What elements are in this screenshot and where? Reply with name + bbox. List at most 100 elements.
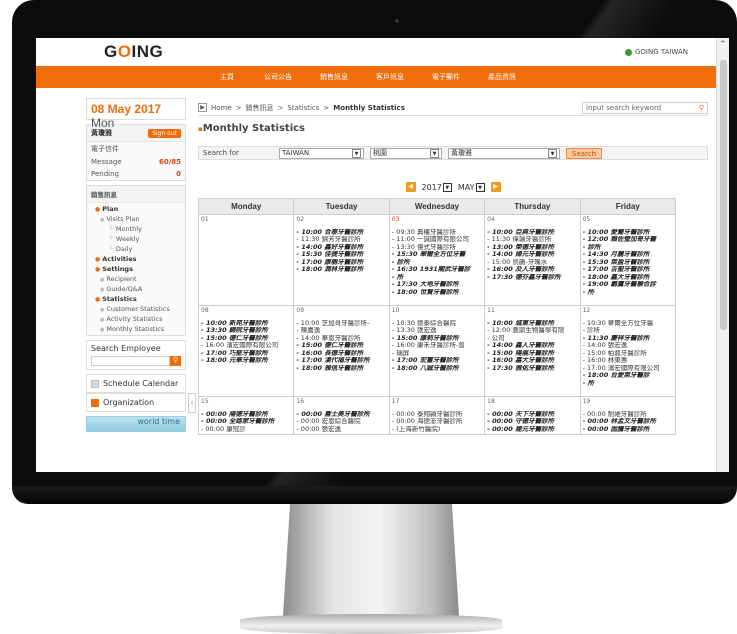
calendar-event[interactable]: - 15:30 萊盈牙醫診所 (583, 259, 673, 267)
calendar-event[interactable]: - 00:00 康冠診 (201, 426, 291, 434)
calendar-event[interactable]: - 14:00 華恩牙醫診所 (296, 335, 386, 343)
calendar-event[interactable]: - 12:00 賴佐瑩加哥牙醫 (583, 236, 673, 244)
calendar-event[interactable]: - 10:00 合泰牙醫診所 (296, 229, 386, 237)
calendar-day-cell[interactable]: 10 - 10:30 德泰綜合醫院 - 13:30 張宏逸 - 15:00 康莉牙醫診… (388, 305, 486, 397)
calendar-event[interactable]: - 17:00 吉聖牙醫診所 (583, 266, 673, 274)
calendar-event[interactable]: - 16:00 康禾牙醫診所-曾 (392, 342, 482, 350)
calendar-event[interactable]: - 15:30 華爾全方位牙醫 (392, 251, 482, 259)
menu-item[interactable]: Monthly (91, 224, 181, 234)
calendar-event[interactable]: - 00:00 建元牙醫診所 (487, 426, 577, 434)
calendar-day-cell[interactable]: 12 - 10:30 華爾全方位牙醫 - 診所 - 11:30 慶祥牙醫診所 - 14:… (579, 305, 677, 397)
calendar-event[interactable]: - 10:30 德泰綜合醫院 (392, 320, 482, 328)
year-dropdown[interactable]: ▼ (442, 182, 452, 192)
calendar-event[interactable]: - 18:00 八誠牙醫診所 (392, 365, 482, 373)
scroll-thumb[interactable] (720, 60, 727, 330)
calendar-event[interactable]: - 14:00 鑫好牙醫診所 (296, 244, 386, 252)
world-time-widget[interactable]: world time (86, 416, 186, 432)
calendar-event[interactable]: - 13:30 張宏逸 (392, 327, 482, 335)
country-select[interactable]: TAIWAN ▼ (279, 147, 364, 159)
menu-item[interactable]: Settings (91, 264, 181, 274)
next-month-button[interactable]: ▶ (490, 182, 501, 192)
calendar-event[interactable]: - 00:00 耐維牙醫診所 (583, 411, 673, 419)
calendar-event[interactable]: - 16:30 1931閣武牙醫診 (392, 266, 482, 274)
calendar-event[interactable]: - 16:00 及人牙醫診所 (487, 266, 577, 274)
calendar-event[interactable]: - 17:00 濱宏國際有限公司 (583, 365, 673, 373)
calendar-event[interactable]: - 18:00 潤林牙醫診所 (296, 266, 386, 274)
menu-item[interactable]: Recipient (91, 274, 181, 284)
calendar-event[interactable]: - 所 (583, 380, 673, 388)
calendar-event[interactable]: - 17:00 漢代福牙醫診所 (296, 357, 386, 365)
calendar-event[interactable]: - 所 (583, 289, 673, 297)
calendar-event[interactable]: - 00:00 全路家牙醫診所 (201, 418, 291, 426)
calendar-event[interactable]: - 13:30 億式牙醫診所 (392, 244, 482, 252)
person-select[interactable]: 黃瓊雅 ▼ (448, 147, 560, 159)
calendar-event[interactable]: - 18:00 台愛萊牙醫診 (583, 372, 673, 380)
calendar-event[interactable]: - 14:30 月麗牙醫診所 (583, 251, 673, 259)
calendar-day-cell[interactable]: 01 (197, 214, 295, 306)
calendar-event[interactable]: - 19:00 霸鷹牙醫聯合診 (583, 281, 673, 289)
menu-item[interactable]: Guide/Q&A (91, 284, 181, 294)
calendar-day-cell[interactable]: 09- 10:00 芝加哥牙醫診所- - 陳嘉逸 - 14:00 華恩牙醫診所 - 1… (293, 305, 390, 397)
pending-link[interactable]: Pending 0 (87, 168, 185, 180)
calendar-event[interactable]: - 00:00 宏恩綜合醫院 (296, 418, 386, 426)
calendar-day-cell[interactable]: 03 - 09:30 典權牙醫診所 - 11:00 一誠國際有限公司 - 13:30 … (388, 214, 486, 306)
calendar-event[interactable]: - 17:30 大地牙醫診所 (392, 281, 482, 289)
calendar-event[interactable]: - 17:30 雅佑牙醫診所 (487, 365, 577, 373)
crumb-home[interactable]: Home (211, 104, 232, 112)
calendar-event[interactable]: - 17:00 康樹牙醫診所 (296, 259, 386, 267)
calendar-day-cell[interactable]: 15 - 00:00 陽德牙醫診所 - 00:00 全路家牙醫診所 - 00:00 康… (197, 396, 295, 435)
calendar-event[interactable]: - 14:00 張宏逸 (583, 342, 673, 350)
calendar-event[interactable]: - 14:00 婦元牙醫診所 (487, 251, 577, 259)
calendar-event[interactable]: - 15:00 康莉牙醫診所 (392, 335, 482, 343)
city-select[interactable]: 桃園 ▼ (370, 147, 442, 159)
calendar-event[interactable]: - 11:30 慶祥牙醫診所 (583, 335, 673, 343)
calendar-event[interactable]: - 10:00 城東牙醫診所 (487, 320, 577, 328)
calendar-event[interactable]: - 00:00 海德澎牙醫診所 (392, 418, 482, 426)
menu-item[interactable]: Customer Statistics (91, 304, 181, 314)
prev-month-button[interactable]: ◀ (405, 182, 416, 192)
calendar-event[interactable]: - 10:00 愛蘭牙醫診所 (583, 229, 673, 237)
calendar-event[interactable]: - 00:00 天下牙醫診所 (487, 411, 577, 419)
nav-email[interactable]: 電子郵件 (418, 66, 474, 88)
calendar-event[interactable]: - 診所 (392, 259, 482, 267)
calendar-event[interactable]: - 16:00 林東惠 (583, 357, 673, 365)
calendar-event[interactable]: - 00:00 固騰牙醫診所 (583, 426, 673, 434)
calendar-event[interactable]: - 13:30 錦院牙醫診所 (201, 327, 291, 335)
calendar-event[interactable]: - 18:00 鑫大牙醫診所 (583, 274, 673, 282)
calendar-event[interactable]: - 16:00 嘉大牙醫診所 (487, 357, 577, 365)
calendar-event[interactable]: - 18:00 雅信牙醫診所 (296, 365, 386, 373)
search-button[interactable]: Search (566, 147, 603, 159)
menu-item[interactable]: Statistics (91, 294, 181, 304)
calendar-event[interactable]: - 10:00 新苑牙醫診所 (201, 320, 291, 328)
calendar-event[interactable]: - 陳嘉逸 (296, 327, 386, 335)
calendar-event[interactable]: - 10:30 華爾全方位牙醫 (583, 320, 673, 328)
organization-link[interactable]: Organization (86, 393, 186, 412)
calendar-event[interactable]: - 00:00 陽德牙醫診所 (201, 411, 291, 419)
crumb-sales[interactable]: 銷售訊息 (246, 103, 274, 113)
region-selector[interactable]: GOING TAIWAN (624, 48, 688, 56)
calendar-event[interactable]: - 00:00 泰翔潁牙醫診所 (392, 411, 482, 419)
calendar-event[interactable]: - 15:00 德仁牙醫診所 (201, 335, 291, 343)
calendar-day-cell[interactable]: 17 - 00:00 泰翔潁牙醫診所 - 00:00 海德澎牙醫診所 - (上海新竹醫… (388, 396, 486, 435)
calendar-day-cell[interactable]: 18 - 00:00 天下牙醫診所 - 00:00 守德牙醫診所 - 00:00 建元… (484, 396, 581, 435)
calendar-day-cell[interactable]: 05 - 10:00 愛蘭牙醫診所 - 12:00 賴佐瑩加哥牙醫 - 診所 - 14:… (579, 214, 677, 306)
calendar-event[interactable]: - 15:00 烏鵲-牙嘴水 (487, 259, 577, 267)
nav-home[interactable]: 主頁 (204, 66, 250, 88)
collapse-sidebar-button[interactable]: ‹ (188, 393, 196, 413)
calendar-event[interactable]: - 14:00 鑫人牙醫診所 (487, 342, 577, 350)
calendar-event[interactable]: - (上海新竹醫院) (392, 426, 482, 434)
calendar-event[interactable]: - 所 (392, 274, 482, 282)
calendar-event[interactable]: - 10:00 亞典牙醫診所 (487, 229, 577, 237)
vertical-scrollbar[interactable]: ⌃ (716, 38, 729, 472)
calendar-event[interactable]: - 13:00 榮德牙醫診所 (487, 244, 577, 252)
calendar-day-cell[interactable]: 16 - 00:00 蓋士美牙醫診所 - 00:00 宏恩綜合醫院 - 00:00 張… (293, 396, 390, 435)
menu-item[interactable]: Daily (91, 244, 181, 254)
mail-link[interactable]: 電子信件 (87, 142, 185, 156)
calendar-event[interactable]: - 00:00 蓋士美牙醫診所 (296, 411, 386, 419)
keyword-search[interactable]: input search keyword ⚲ (582, 101, 708, 114)
going-logo[interactable]: GOING (104, 42, 163, 62)
calendar-day-cell[interactable]: 08 - 10:00 新苑牙醫診所 - 13:30 錦院牙醫診所 - 15:00 德仁… (197, 305, 295, 397)
calendar-event[interactable]: - 11:00 一誠國際有限公司 (392, 236, 482, 244)
calendar-event[interactable]: - 12:00 藝鼎生物醫學有限 (487, 327, 577, 335)
search-icon[interactable]: ⚲ (699, 104, 704, 112)
